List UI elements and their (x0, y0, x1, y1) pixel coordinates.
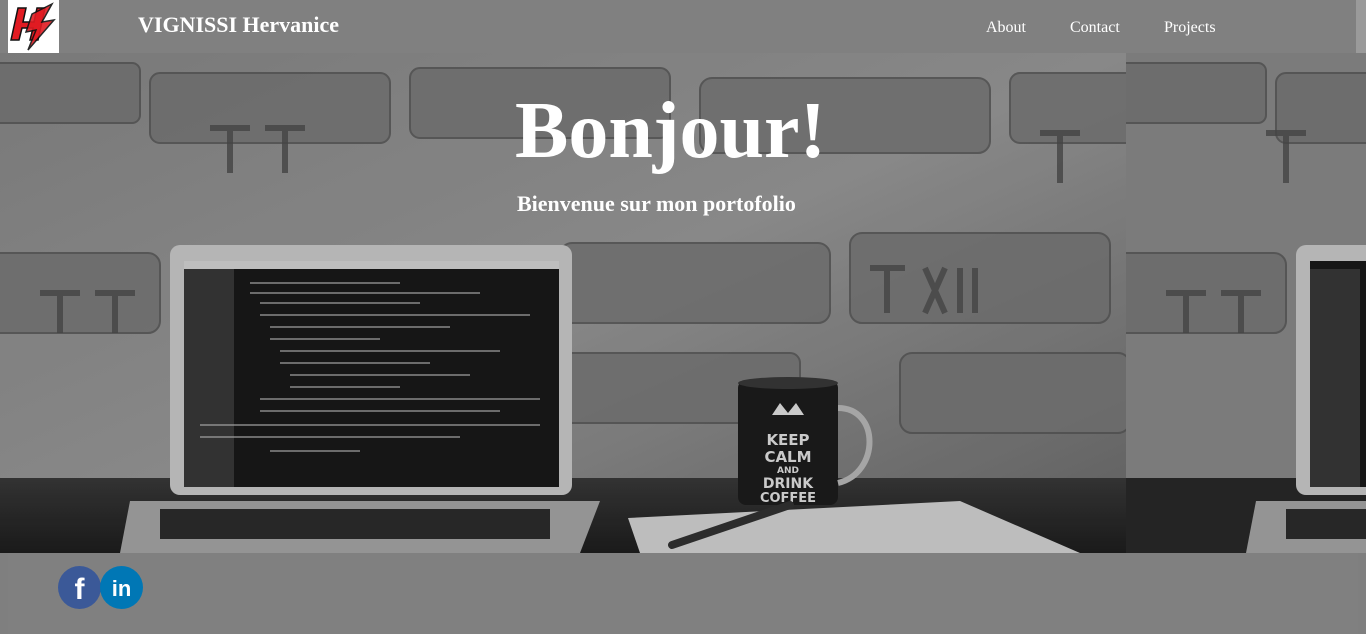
linkedin-icon: in (100, 566, 143, 609)
hero-banner: KEEP CALM AND DRINK COFFEE Bonjour! Bien… (0, 53, 1366, 553)
nav-about[interactable]: About (986, 19, 1026, 37)
header-edge (1356, 0, 1366, 53)
site-footer: f in (8, 553, 1358, 634)
hero-background-image-repeat (1126, 53, 1366, 553)
hero-title: Bonjour! (515, 87, 827, 175)
site-title[interactable]: VIGNISSI Hervanice (138, 12, 339, 38)
facebook-link[interactable]: f (58, 566, 101, 609)
linkedin-link[interactable]: in (100, 566, 143, 609)
hero-subtitle: Bienvenue sur mon portofolio (517, 191, 796, 216)
linkedin-glyph: in (112, 576, 132, 601)
facebook-glyph: f (75, 573, 86, 606)
site-header: VIGNISSI Hervanice About Contact Project… (0, 0, 1356, 53)
logo[interactable] (8, 0, 59, 53)
nav-projects[interactable]: Projects (1164, 19, 1216, 37)
nav-contact[interactable]: Contact (1070, 19, 1120, 37)
facebook-icon: f (58, 566, 101, 609)
h-lightning-logo-icon (8, 0, 59, 53)
